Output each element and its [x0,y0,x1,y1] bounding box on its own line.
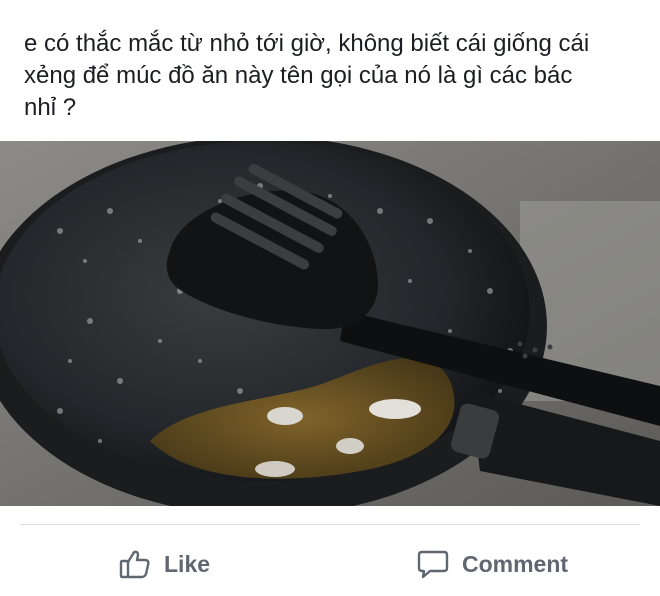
speech-bubble-icon [416,547,450,581]
food-bit [336,438,364,454]
food-bit [267,407,303,425]
comment-button[interactable]: Comment [416,540,568,588]
post-photo[interactable] [0,141,660,506]
like-button[interactable]: Like [118,540,210,588]
divider [20,524,640,525]
action-bar: Like Comment [0,540,660,588]
post-text: e có thắc mắc từ nhỏ tới giờ, không biết… [24,30,590,121]
frying-pan-illustration [0,141,660,506]
food-bit [255,461,295,477]
thumbs-up-icon [118,547,152,581]
food-bit [369,399,421,419]
comment-label: Comment [462,550,569,577]
like-label: Like [164,550,211,577]
